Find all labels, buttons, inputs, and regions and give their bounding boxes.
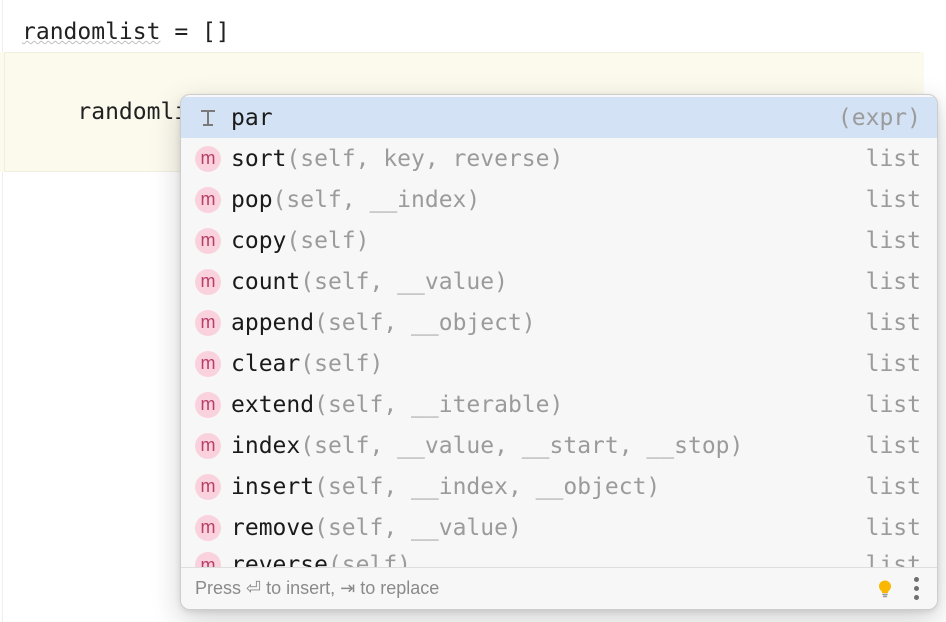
suggestion-type: list (866, 228, 921, 254)
suggestion-params: (self, __object) (314, 310, 536, 336)
suggestion-row[interactable]: m clear (self) list (181, 343, 937, 384)
suggestion-params: (self, key, reverse) (286, 146, 563, 172)
autocomplete-footer: Press ⏎ to insert, ⇥ to replace (181, 567, 937, 609)
method-icon: m (195, 146, 221, 172)
suggestion-type: list (866, 146, 921, 172)
method-icon: m (195, 310, 221, 336)
suggestion-name: sort (231, 146, 286, 172)
method-icon: m (195, 433, 221, 459)
suggestion-name: copy (231, 228, 286, 254)
autocomplete-list[interactable]: par (expr) m sort (self, key, reverse) l… (181, 95, 937, 567)
suggestion-params: (self, __index) (273, 187, 481, 213)
code-text: = [] (160, 19, 229, 45)
suggestion-row[interactable]: m pop (self, __index) list (181, 179, 937, 220)
method-icon: m (195, 351, 221, 377)
suggestion-type: list (866, 351, 921, 377)
suggestion-row[interactable]: m remove (self, __value) list (181, 507, 937, 548)
suggestion-type: list (866, 552, 921, 567)
autocomplete-popup[interactable]: par (expr) m sort (self, key, reverse) l… (180, 94, 938, 610)
suggestion-params: (self, __iterable) (314, 392, 563, 418)
suggestion-params: (self) (328, 552, 411, 567)
suggestion-params: (self, __value) (314, 515, 522, 541)
suggestion-params: (self, __index, __object) (314, 474, 660, 500)
suggestion-name: par (231, 105, 273, 131)
method-icon: m (195, 187, 221, 213)
method-icon: m (195, 515, 221, 541)
suggestion-row[interactable]: m index (self, __value, __start, __stop)… (181, 425, 937, 466)
suggestion-name: pop (231, 187, 273, 213)
suggestion-row[interactable]: m count (self, __value) list (181, 261, 937, 302)
suggestion-name: index (231, 433, 300, 459)
suggestion-type: list (866, 515, 921, 541)
suggestion-row[interactable]: m insert (self, __index, __object) list (181, 466, 937, 507)
suggestion-name: clear (231, 351, 300, 377)
method-icon: m (195, 269, 221, 295)
suggestion-name: remove (231, 515, 314, 541)
suggestion-row[interactable]: par (expr) (181, 97, 937, 138)
variable-name: randomlist (22, 19, 160, 45)
suggestion-params: (self) (300, 351, 383, 377)
suggestion-name: reverse (231, 552, 328, 567)
method-icon: m (195, 392, 221, 418)
more-options-icon[interactable] (910, 575, 923, 602)
suggestion-row[interactable]: m extend (self, __iterable) list (181, 384, 937, 425)
suggestion-row[interactable]: m copy (self) list (181, 220, 937, 261)
method-icon: m (195, 552, 221, 567)
parenthesize-icon (195, 105, 221, 131)
suggestion-type: list (866, 269, 921, 295)
code-line-1[interactable]: randomlist = [] (22, 12, 946, 52)
suggestion-type: list (866, 187, 921, 213)
suggestion-row[interactable]: m append (self, __object) list (181, 302, 937, 343)
suggestion-name: count (231, 269, 300, 295)
footer-hint-text: Press ⏎ to insert, ⇥ to replace (195, 578, 439, 599)
suggestion-type: list (866, 474, 921, 500)
suggestion-name: extend (231, 392, 314, 418)
method-icon: m (195, 228, 221, 254)
suggestion-params: (self, __value) (300, 269, 508, 295)
lightbulb-icon[interactable] (874, 578, 896, 600)
suggestion-type: list (866, 310, 921, 336)
suggestion-row[interactable]: m sort (self, key, reverse) list (181, 138, 937, 179)
suggestion-name: append (231, 310, 314, 336)
method-icon: m (195, 474, 221, 500)
suggestion-type: list (866, 392, 921, 418)
suggestion-params: (self) (286, 228, 369, 254)
suggestion-type: (expr) (838, 105, 921, 131)
suggestion-type: list (866, 433, 921, 459)
suggestion-row[interactable]: m reverse (self) list (181, 548, 937, 567)
suggestion-name: insert (231, 474, 314, 500)
suggestion-params: (self, __value, __start, __stop) (300, 433, 743, 459)
